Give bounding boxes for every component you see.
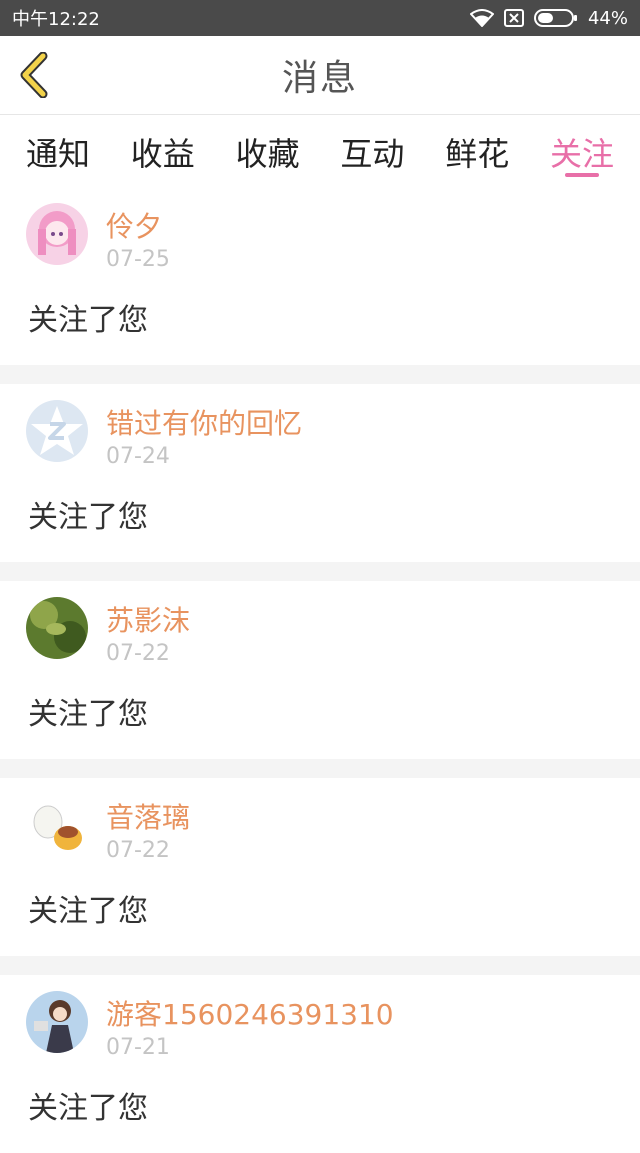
tab-label: 收益 — [130, 135, 195, 173]
user-name[interactable]: 游客1560246391310 — [106, 993, 394, 1033]
message-date: 07-25 — [106, 247, 170, 272]
tab-label: 关注 — [549, 135, 614, 173]
list-item[interactable]: 音落璃 07-22 关注了您 — [0, 778, 640, 956]
tab-bar: 通知 收益 收藏 互动 鲜花 关注 — [0, 115, 640, 187]
tab-follow[interactable]: 关注 — [550, 115, 614, 187]
message-date: 07-22 — [106, 641, 170, 666]
avatar[interactable] — [26, 400, 88, 462]
message-list: 伶夕 07-25 关注了您 错过有你的回忆 07-24 关注了您 苏影沫 07-… — [0, 187, 640, 1153]
tab-earnings[interactable]: 收益 — [131, 115, 195, 187]
tab-label: 收藏 — [235, 135, 300, 173]
avatar[interactable] — [26, 794, 88, 856]
battery-percent: 44% — [587, 7, 628, 29]
wifi-icon — [469, 9, 494, 27]
status-bar: 中午12:22 44% — [0, 0, 640, 36]
status-icons: 44% — [469, 7, 628, 29]
active-tab-indicator — [564, 173, 599, 177]
message-date: 07-22 — [106, 838, 170, 863]
list-item[interactable]: 错过有你的回忆 07-24 关注了您 — [0, 384, 640, 562]
tab-label: 通知 — [26, 135, 91, 173]
user-name[interactable]: 苏影沫 — [106, 599, 190, 639]
tab-notice[interactable]: 通知 — [26, 115, 90, 187]
message-text: 关注了您 — [28, 894, 148, 929]
tab-favorites[interactable]: 收藏 — [236, 115, 300, 187]
list-item[interactable]: 伶夕 07-25 关注了您 — [0, 187, 640, 365]
user-name[interactable]: 音落璃 — [106, 796, 190, 836]
tab-interaction[interactable]: 互动 — [340, 115, 404, 187]
tab-label: 互动 — [340, 135, 405, 173]
chevron-left-icon — [20, 52, 48, 98]
list-item[interactable]: 苏影沫 07-22 关注了您 — [0, 581, 640, 759]
user-name[interactable]: 伶夕 — [106, 205, 162, 245]
header: 消息 — [0, 36, 640, 115]
sim-disabled-icon — [503, 9, 524, 27]
avatar[interactable] — [26, 597, 88, 659]
list-item[interactable]: 游客1560246391310 07-21 关注了您 — [0, 975, 640, 1153]
message-date: 07-24 — [106, 444, 170, 469]
back-button[interactable] — [14, 50, 54, 100]
page-title: 消息 — [281, 58, 358, 99]
tab-label: 鲜花 — [445, 135, 510, 173]
user-name[interactable]: 错过有你的回忆 — [106, 402, 302, 442]
message-text: 关注了您 — [28, 500, 148, 535]
avatar[interactable] — [26, 203, 88, 265]
message-text: 关注了您 — [28, 1091, 148, 1126]
status-time: 中午12:22 — [12, 9, 100, 30]
battery-icon — [533, 9, 577, 27]
message-text: 关注了您 — [28, 303, 148, 338]
message-date: 07-21 — [106, 1035, 170, 1060]
tab-flowers[interactable]: 鲜花 — [445, 115, 509, 187]
avatar[interactable] — [26, 991, 88, 1053]
message-text: 关注了您 — [28, 697, 148, 732]
